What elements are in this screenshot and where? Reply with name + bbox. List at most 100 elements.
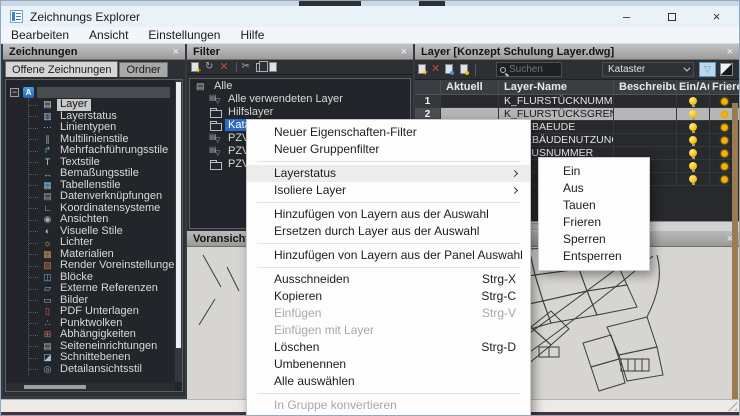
menu-item[interactable]: Einstellungen bbox=[138, 28, 230, 42]
submenu-item[interactable]: Sperren bbox=[539, 231, 649, 248]
paste-icon[interactable] bbox=[269, 62, 277, 72]
tree-item[interactable]: ◉ Ansichten bbox=[29, 213, 182, 226]
maximize-button[interactable] bbox=[649, 6, 694, 27]
sun-thaw-icon[interactable] bbox=[721, 123, 728, 131]
context-menu-item[interactable]: Einfügen Strg-V bbox=[247, 305, 530, 322]
toggle-all-layers-icon[interactable] bbox=[460, 64, 469, 75]
copy-icon[interactable] bbox=[256, 60, 268, 72]
new-group-filter-icon[interactable]: ↻ bbox=[205, 62, 213, 72]
context-menu-item[interactable]: Hinzufügen von Layern aus der Panel Ausw… bbox=[247, 247, 530, 264]
column-header[interactable]: Aktuell bbox=[441, 80, 499, 94]
bulb-on-icon[interactable] bbox=[689, 162, 697, 172]
context-menu-item[interactable]: Ersetzen durch Layer aus der Auswahl bbox=[247, 223, 530, 240]
filter-tree-item[interactable]: Alle verwendeten Layer bbox=[190, 92, 410, 105]
context-menu-item[interactable]: Layerstatus bbox=[247, 165, 530, 182]
tab[interactable]: Ordner bbox=[119, 62, 168, 77]
column-header[interactable]: Ein/Aus bbox=[677, 80, 710, 94]
new-layer-icon[interactable] bbox=[418, 64, 428, 77]
scrollbar-thumb[interactable] bbox=[176, 82, 181, 348]
context-menu-item[interactable]: Alle auswählen bbox=[247, 373, 530, 390]
drawing-root-node[interactable]: − A bbox=[10, 86, 170, 98]
submenu-item[interactable]: Aus bbox=[539, 180, 649, 197]
menu-item[interactable]: Hilfe bbox=[230, 28, 274, 42]
on-off-cell[interactable] bbox=[677, 147, 710, 159]
context-menu-item[interactable] bbox=[257, 243, 520, 244]
column-header[interactable]: Beschreibung bbox=[614, 80, 677, 94]
context-menu-item[interactable]: Umbenennen bbox=[247, 356, 530, 373]
close-icon[interactable]: × bbox=[173, 46, 179, 57]
context-menu-item[interactable] bbox=[257, 267, 520, 268]
description-cell[interactable] bbox=[614, 108, 677, 120]
menu-item[interactable]: Ansicht bbox=[79, 28, 138, 42]
current-layer-cell[interactable] bbox=[441, 95, 499, 107]
minimize-button[interactable]: – bbox=[604, 6, 649, 27]
submenu-item[interactable]: Frieren bbox=[539, 214, 649, 231]
tree-item[interactable]: ⋯ Linientypen bbox=[29, 121, 182, 134]
bulb-on-icon[interactable] bbox=[689, 149, 697, 159]
column-header[interactable]: Frieren bbox=[710, 80, 739, 94]
close-icon[interactable]: × bbox=[727, 46, 733, 57]
sun-thaw-icon[interactable] bbox=[721, 162, 728, 170]
tree-item[interactable]: ◪ Schnittebenen bbox=[29, 351, 182, 364]
invert-filter-button[interactable] bbox=[720, 63, 733, 76]
delete-layer-icon[interactable]: ✕ bbox=[431, 64, 440, 75]
scrollbar-thumb[interactable] bbox=[24, 385, 86, 389]
context-menu-item[interactable]: Neuer Eigenschaften-Filter bbox=[247, 124, 530, 141]
delete-icon[interactable]: ✕ bbox=[219, 62, 228, 73]
context-menu-item[interactable]: Neuer Gruppenfilter bbox=[247, 141, 530, 158]
on-off-cell[interactable] bbox=[677, 134, 710, 146]
resize-grip[interactable] bbox=[726, 400, 737, 411]
layer-search-box[interactable] bbox=[496, 62, 562, 77]
submenu-item[interactable]: Tauen bbox=[539, 197, 649, 214]
right-edge-scroll-strip[interactable] bbox=[732, 103, 738, 415]
tree-item[interactable]: ↔ Bemaßungsstile bbox=[29, 167, 182, 180]
context-menu-item[interactable]: Einfügen mit Layer bbox=[247, 322, 530, 339]
context-menu-item[interactable]: Ausschneiden Strg-X bbox=[247, 271, 530, 288]
on-off-cell[interactable] bbox=[677, 95, 710, 107]
context-menu-item[interactable]: Kopieren Strg-C bbox=[247, 288, 530, 305]
context-menu-item[interactable]: In Gruppe konvertieren bbox=[247, 397, 530, 414]
bulb-on-icon[interactable] bbox=[689, 175, 697, 185]
tree-item[interactable]: ⊞ Abhängigkeiten bbox=[29, 328, 182, 341]
description-cell[interactable] bbox=[614, 121, 677, 133]
drawing-name-highlight[interactable] bbox=[37, 86, 170, 98]
column-header[interactable] bbox=[415, 80, 441, 94]
on-off-cell[interactable] bbox=[677, 121, 710, 133]
close-icon[interactable]: × bbox=[401, 46, 407, 57]
bulb-on-icon[interactable] bbox=[689, 110, 697, 120]
tree-item[interactable]: ▤ Datenverknüpfungen bbox=[29, 190, 182, 203]
tree-item[interactable]: ◐ Visuelle Stile bbox=[29, 225, 182, 238]
context-menu-item[interactable] bbox=[257, 202, 520, 203]
sun-thaw-icon[interactable] bbox=[721, 97, 728, 105]
new-vp-layer-icon[interactable] bbox=[445, 64, 454, 75]
on-off-cell[interactable] bbox=[677, 108, 710, 120]
tree-item[interactable]: ☼ Lichter bbox=[29, 236, 182, 249]
sun-thaw-icon[interactable] bbox=[721, 136, 728, 144]
on-off-cell[interactable] bbox=[677, 160, 710, 172]
context-menu-item[interactable]: Löschen Strg-D bbox=[247, 339, 530, 356]
search-input[interactable] bbox=[509, 64, 558, 75]
layer-name-cell[interactable]: K_FLURSTÜCKNUMMER bbox=[499, 95, 614, 107]
filter-select[interactable]: Kataster bbox=[602, 62, 694, 77]
menu-item[interactable]: Bearbeiten bbox=[1, 28, 79, 42]
filter-toggle-button[interactable]: ▽ bbox=[699, 62, 716, 77]
context-menu-item[interactable] bbox=[257, 393, 520, 394]
tree-item[interactable]: ▱ Externe Referenzen bbox=[29, 282, 182, 295]
bulb-on-icon[interactable] bbox=[689, 136, 697, 146]
cut-icon[interactable]: ✂ bbox=[242, 62, 250, 72]
bulb-on-icon[interactable] bbox=[689, 97, 697, 107]
sun-thaw-icon[interactable] bbox=[721, 175, 728, 183]
filter-tree-item[interactable]: Alle bbox=[190, 79, 410, 92]
new-filter-icon[interactable] bbox=[191, 62, 201, 75]
table-row[interactable]: 1 K_FLURSTÜCKNUMMER bbox=[415, 95, 739, 108]
tree-item[interactable]: ▯ PDF Unterlagen bbox=[29, 305, 182, 318]
horizontal-scrollbar[interactable] bbox=[6, 383, 175, 391]
context-menu-item[interactable]: Hinzufügen von Layern aus der Auswahl bbox=[247, 206, 530, 223]
submenu-item[interactable]: Entsperren bbox=[539, 248, 649, 265]
context-menu-item[interactable]: Isoliere Layer bbox=[247, 182, 530, 199]
column-header[interactable]: Layer-Name bbox=[499, 80, 614, 94]
close-button[interactable]: × bbox=[694, 6, 739, 27]
bulb-on-icon[interactable] bbox=[689, 123, 697, 133]
tab[interactable]: Offene Zeichnungen bbox=[5, 61, 119, 77]
tree-item[interactable]: ◎ Detailansichtsstil bbox=[29, 363, 182, 376]
